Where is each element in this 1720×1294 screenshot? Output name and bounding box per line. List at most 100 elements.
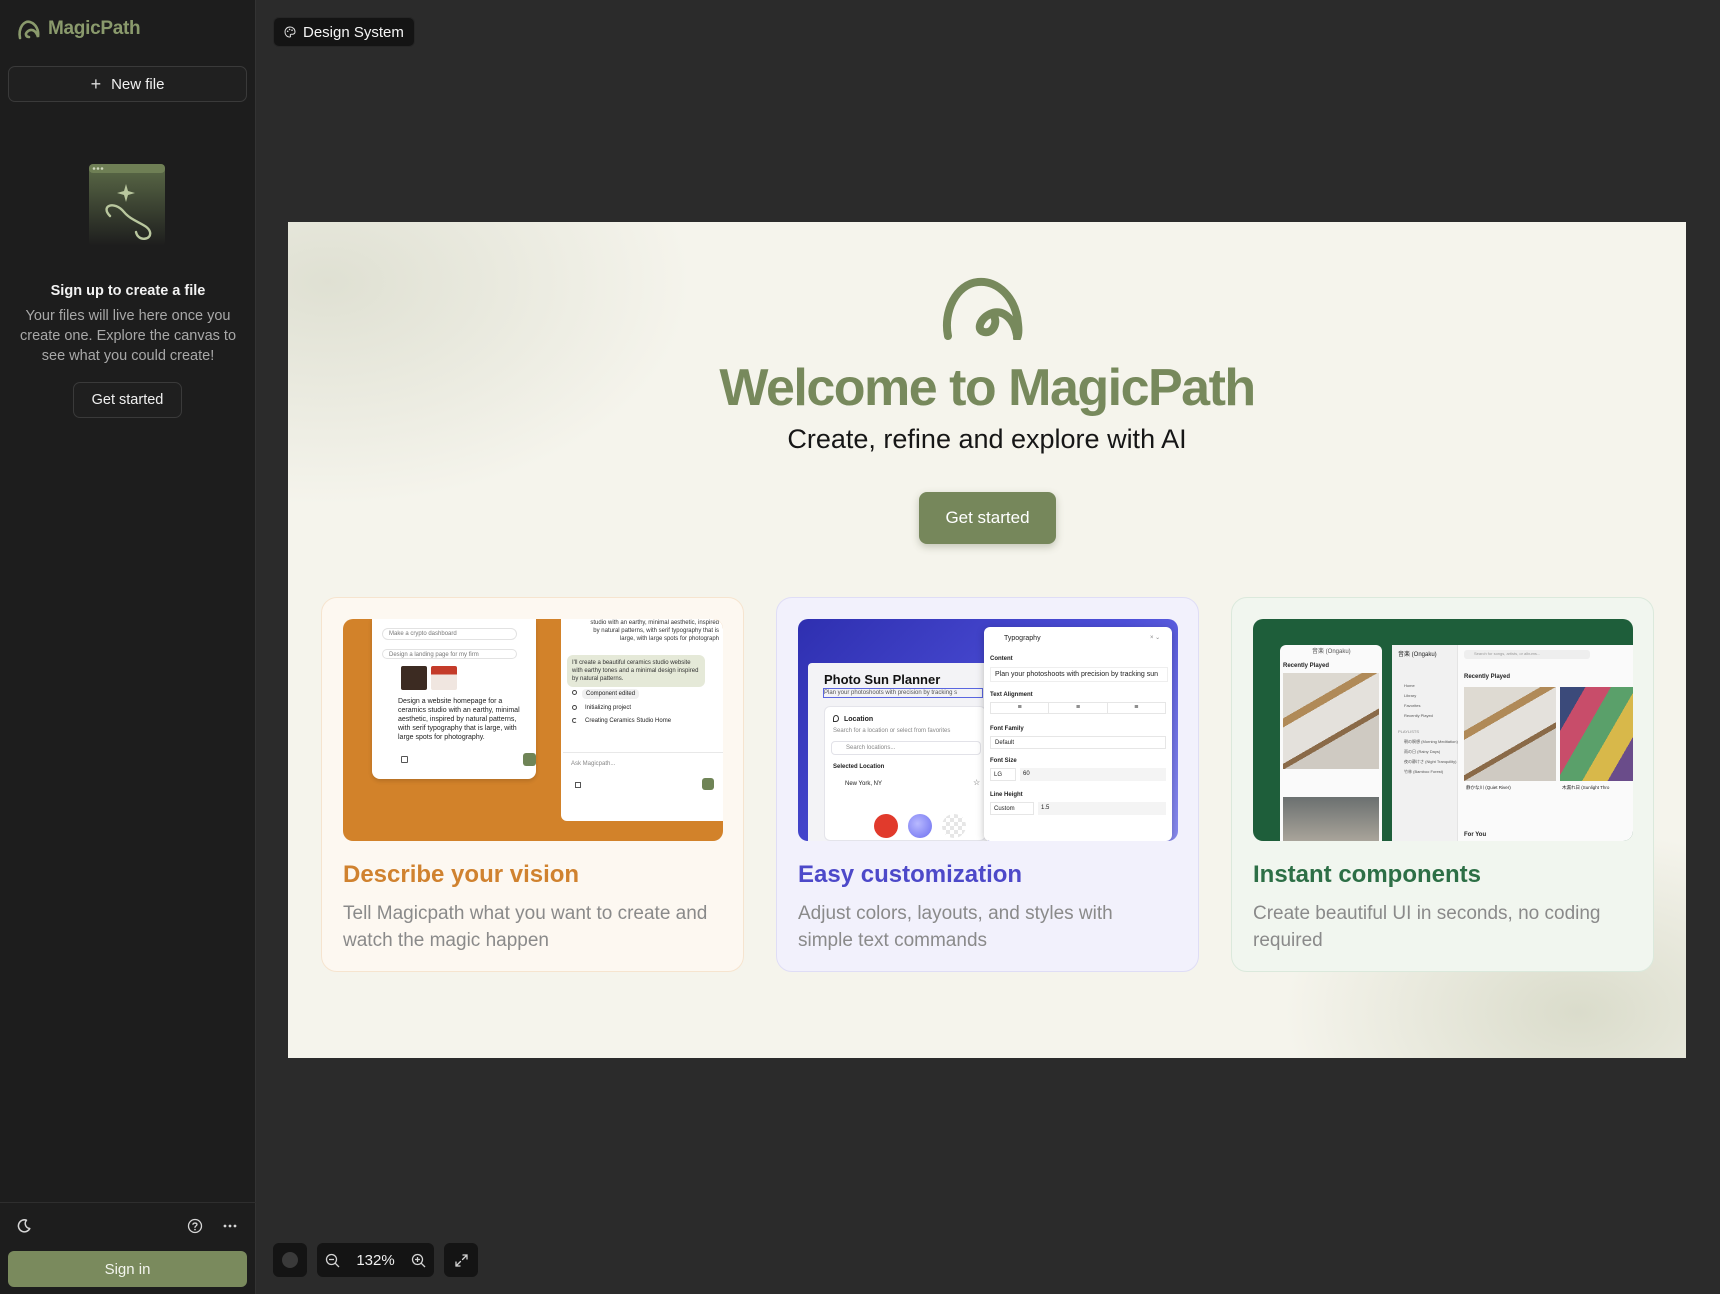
card-desc-customization: Adjust colors, layouts, and styles with … (798, 903, 1113, 951)
content-label: Content (990, 656, 1013, 662)
new-file-label: New file (111, 75, 165, 93)
card-title-components: Instant components (1253, 861, 1482, 888)
zoom-level[interactable]: 132% (356, 1252, 394, 1269)
step-component-edited: Component edited (582, 689, 640, 699)
describe-preview-image: Make a crypto dashboard Design a landing… (343, 619, 723, 841)
font-family-select: Default (990, 736, 1166, 749)
customization-preview-image: Photo Sun Planner Plan your photoshoots … (798, 619, 1178, 841)
welcome-subtitle: Create, refine and explore with AI (787, 424, 1187, 454)
plus-icon: + (90, 74, 102, 94)
circle-icon (282, 1252, 298, 1268)
expand-icon (454, 1253, 468, 1267)
star-icon: ☆ (973, 778, 981, 787)
phone-mock: 音楽 (Ongaku) Recently Played (1280, 645, 1382, 841)
photo-thumb-2 (431, 666, 457, 690)
new-file-button[interactable]: + New file (8, 66, 247, 102)
desktop-search-placeholder: Search for songs, artists, or albums... (1474, 651, 1541, 656)
ask-input-box: Ask Magicpath... (563, 752, 723, 800)
magicpath-hero-logo-icon (942, 277, 1023, 340)
fullscreen-button[interactable] (444, 1243, 478, 1277)
assistant-reply: I'll create a beautiful ceramics studio … (567, 655, 705, 687)
desktop-photo-graffiti (1560, 687, 1633, 781)
color-dot-blue (908, 814, 932, 838)
ask-send-icon (702, 778, 714, 790)
track-sunlight: 木漏れ日 (Sunlight Thro (1562, 785, 1610, 790)
feature-card-describe[interactable]: Make a crypto dashboard Design a landing… (321, 597, 744, 972)
desktop-nav-home: Home (1404, 683, 1415, 688)
app-subtitle: Plan your photoshoots with precision by … (823, 688, 983, 698)
welcome-frame[interactable]: Welcome to MagicPath Create, refine and … (288, 222, 1686, 1058)
playlist-1: 朝の瞑想 (Morning Meditation) (1404, 739, 1458, 744)
line-height-value: 1.5 (1038, 802, 1166, 815)
chat-mock-right: studio with an earthy, minimal aesthetic… (561, 619, 723, 821)
prompt-text: Design a website homepage for a ceramics… (398, 698, 520, 741)
sidebar-get-started-button[interactable]: Get started (73, 382, 182, 418)
color-dot-red (874, 814, 898, 838)
top-text: studio with an earthy, minimal aesthetic… (590, 620, 719, 642)
phone-recently-played: Recently Played (1283, 663, 1330, 669)
sign-in-button[interactable]: Sign in (8, 1251, 247, 1287)
location-label: Location (844, 716, 874, 723)
chat-mock-left: Make a crypto dashboard Design a landing… (372, 619, 536, 779)
app-title: Photo Sun Planner (824, 672, 941, 687)
palette-icon (284, 26, 296, 38)
sidebar-divider (0, 1202, 256, 1203)
step-icons (572, 690, 578, 726)
playlist-2: 雨の日 (Rainy Days) (1404, 749, 1441, 754)
empty-files-illustration (89, 164, 165, 246)
step-creating: Creating Ceramics Studio Home (585, 718, 672, 724)
location-hint: Search for a location or select from fav… (833, 728, 951, 734)
desktop-app-name: 音楽 (Ongaku) (1398, 652, 1437, 658)
empty-state-description: Your files will live here once you creat… (19, 308, 237, 364)
panel-close-icon: × ⌄ (1150, 635, 1161, 641)
color-mode-button[interactable] (273, 1243, 307, 1277)
font-size-value: 60 (1020, 768, 1166, 781)
photo-thumb-1 (401, 666, 427, 690)
font-size-unit: LG (990, 768, 1016, 781)
feature-card-customization[interactable]: Photo Sun Planner Plan your photoshoots … (776, 597, 1199, 972)
zoom-controls: 132% (317, 1243, 434, 1277)
help-icon[interactable] (185, 1216, 205, 1236)
font-size-label: Font Size (990, 758, 1017, 764)
card-title-customization: Easy customization (798, 861, 1023, 888)
line-height-mode: Custom (990, 802, 1034, 815)
attach-icon (401, 756, 408, 763)
feature-card-components[interactable]: 音楽 (Ongaku) Recently Played 音楽 (Ongaku) … (1231, 597, 1654, 972)
desktop-nav-recent: Recently Played (1404, 713, 1433, 718)
panel-title: Typography (1004, 635, 1041, 642)
desktop-nav-favorites: Favorites (1404, 703, 1421, 708)
card-title-describe: Describe your vision (343, 861, 580, 888)
app-logo[interactable]: MagicPath (16, 18, 141, 40)
desktop-sidebar: 音楽 (Ongaku) Home Library Favorites Recen… (1392, 645, 1458, 841)
playlist-4: 竹林 (Bamboo Forest) (1404, 769, 1444, 774)
zoom-out-icon[interactable] (325, 1253, 340, 1268)
desktop-playlists-label: PLAYLISTS (1398, 729, 1420, 734)
content-value: Plan your photoshoots with precision by … (990, 667, 1168, 682)
components-preview-image: 音楽 (Ongaku) Recently Played 音楽 (Ongaku) … (1253, 619, 1633, 841)
desktop-nav-library: Library (1404, 693, 1417, 698)
empty-state-title: Sign up to create a file (50, 283, 206, 299)
ask-attach-icon (575, 782, 581, 788)
ask-placeholder: Ask Magicpath... (571, 761, 616, 767)
photo-app-mock: Photo Sun Planner Plan your photoshoots … (808, 663, 988, 841)
zoom-in-icon[interactable] (411, 1253, 426, 1268)
color-dot-transparent (942, 814, 966, 838)
playlist-3: 夜の静けさ (Night Tranquility) (1404, 759, 1457, 764)
get-started-button[interactable]: Get started (919, 492, 1056, 544)
desktop-for-you: For You (1464, 832, 1487, 838)
chip-landing: Design a landing page for my firm (382, 649, 517, 659)
desktop-mock: 音楽 (Ongaku) Home Library Favorites Recen… (1392, 645, 1633, 841)
design-system-label: Design System (303, 23, 404, 41)
align-buttons: ≡ ≡ ≡ (990, 702, 1166, 714)
magicpath-logo-icon (18, 20, 40, 40)
desktop-recently-played: Recently Played (1464, 674, 1511, 680)
desktop-photo-stairs (1464, 687, 1556, 781)
moon-icon[interactable] (14, 1216, 34, 1236)
phone-photo-stairs (1283, 673, 1379, 769)
phone-photo-2 (1283, 797, 1379, 841)
typography-panel: Typography × ⌄ Content Plan your photosh… (984, 627, 1172, 841)
phone-header: 音楽 (Ongaku) (1312, 649, 1351, 655)
location-search: Search locations... (831, 741, 981, 755)
more-icon[interactable] (220, 1216, 240, 1236)
design-system-tag[interactable]: Design System (273, 17, 415, 47)
